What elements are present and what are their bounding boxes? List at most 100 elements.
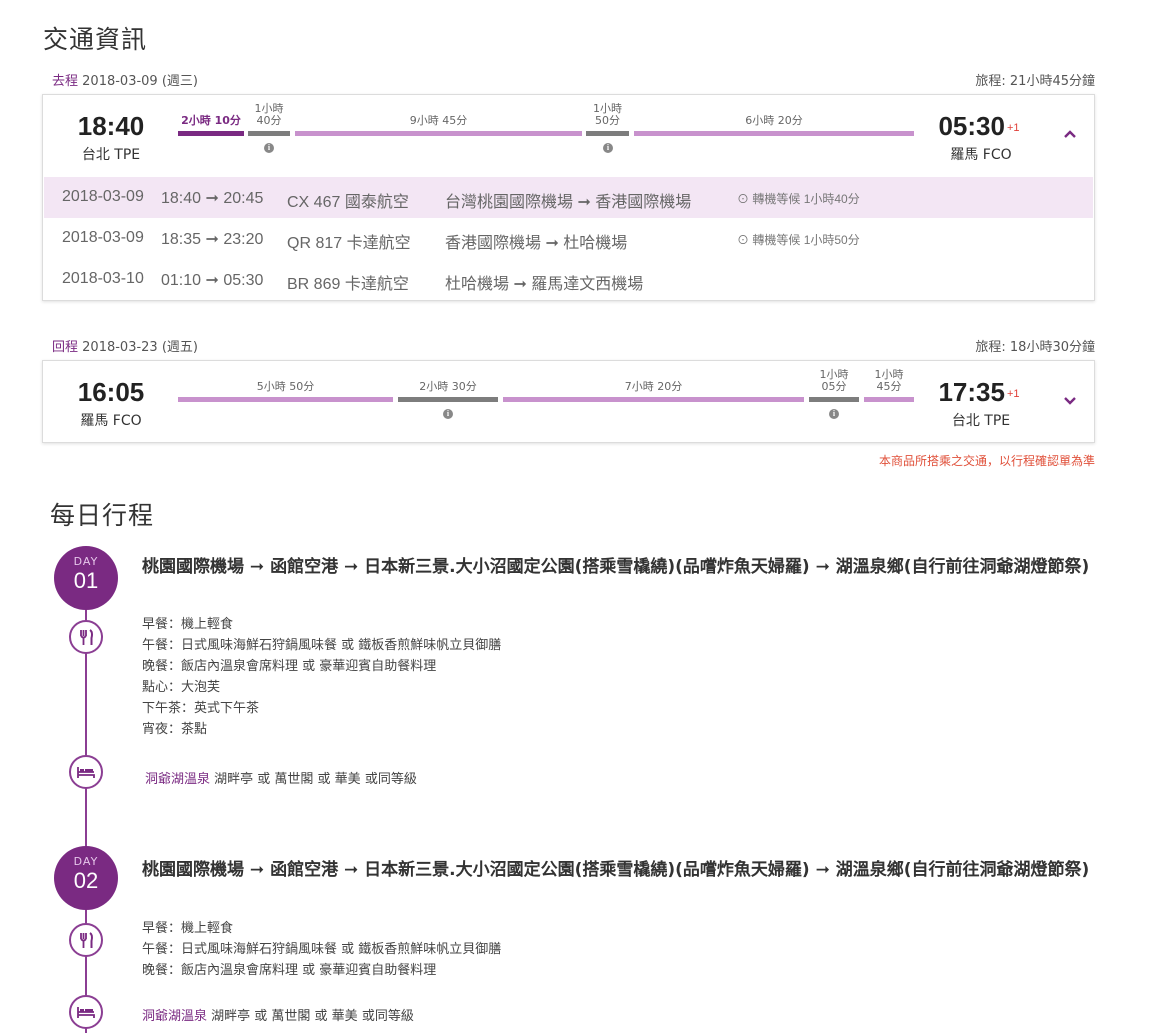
day-route: 桃園國際機場 ➞ 函館空港 ➞ 日本新三景.大小沼國定公園(搭乘雪橇繞)(品嚐炸… [142,557,1090,577]
flight-row[interactable]: 2018-03-09 18:35 ➞ 23:20 QR 817 卡達航空 香港國… [44,218,1093,259]
flight-segment-bar [503,397,804,402]
meal-item: 晚餐：飯店內溫泉會席料理 或 豪華迎賓自助餐料理 [142,963,437,978]
inbound-direction: 回程 [52,340,79,355]
day-route: 桃園國際機場 ➞ 函館空港 ➞ 日本新三景.大小沼國定公園(搭乘雪橇繞)(品嚐炸… [142,860,1090,880]
inbound-card: 16:05 羅馬 FCO 5小時 50分 2小時 30分 i 7小時 20分 1… [42,360,1095,443]
segment-label: 5小時 50分 [256,380,315,393]
outbound-date: 2018-03-09 (週三) [82,74,198,89]
outbound-card: 18:40 台北 TPE 2小時 10分 1小時 40分 i 9小時 45分 1小… [42,94,1095,301]
chevron-down-icon[interactable] [1063,393,1077,407]
inbound-header: 回程 2018-03-23 (週五) [52,336,198,355]
layover-segment-bar [809,397,859,402]
flight-route: 台灣桃園國際機場 ➞ 香港國際機場 [445,194,692,211]
flight-date: 2018-03-09 [62,188,144,205]
hotel-location[interactable]: 洞爺湖溫泉 [145,772,210,787]
layover-segment-bar [248,131,290,136]
arr-time-text: 17:35 [938,377,1005,407]
info-icon[interactable]: i [443,409,453,419]
day-word: DAY [73,855,99,868]
flight-route: 杜哈機場 ➞ 羅馬達文西機場 [445,276,644,293]
outbound-dep-city: 台北 TPE [81,147,141,163]
flight-number: BR 869 卡達航空 [287,276,409,293]
segment-label: 1小時 50分 [593,102,622,127]
flight-segment-bar [178,131,244,136]
next-day-marker: +1 [1006,122,1020,134]
layover-text: 轉機等候 1小時50分 [752,233,860,247]
flight-date: 2018-03-09 [62,229,144,246]
bed-icon [69,995,103,1029]
inbound-dep-city: 羅馬 FCO [80,413,142,429]
meal-item: 下午茶：英式下午茶 [142,701,260,716]
flight-route: 香港國際機場 ➞ 杜哈機場 [445,235,628,252]
outbound-timeline: 2小時 10分 1小時 40分 i 9小時 45分 1小時 50分 i 6小時 20… [178,101,916,161]
clock-icon: ⊙ [737,192,750,206]
inbound-dep-time: 16:05 [77,377,145,407]
flight-row[interactable]: 2018-03-10 01:10 ➞ 05:30 BR 869 卡達航空 杜哈機… [44,259,1093,300]
day-badge: DAY 01 [54,546,118,610]
meal-item: 午餐：日式風味海鮮石狩鍋風味餐 或 鐵板香煎鮮味帆立貝御膳 [142,638,502,653]
segment-label: 1小時 05分 [819,368,849,393]
meal-item: 早餐：機上輕食 [142,617,234,632]
inbound-timeline: 5小時 50分 2小時 30分 i 7小時 20分 1小時 05分 i 1小時 45… [178,367,916,427]
layover-segment-bar [586,131,629,136]
inbound-total-duration: 旅程: 18小時30分鐘 [975,340,1095,355]
segment-label: 6小時 20分 [745,114,803,127]
itinerary-title: 每日行程 [50,501,155,530]
meal-item: 宵夜：茶點 [142,722,208,737]
flight-segment-bar [634,131,914,136]
hotel-options: 湖畔亭 或 萬世閣 或 華美 或同等級 [211,1009,414,1024]
segment-label: 2小時 10分 [181,114,241,127]
info-icon[interactable]: i [603,143,613,153]
hotel-info: 洞爺湖溫泉 湖畔亭 或 萬世閣 或 華美 或同等級 [142,1005,414,1024]
flight-number: QR 817 卡達航空 [287,235,411,252]
flight-segment-bar [178,397,393,402]
hotel-options: 湖畔亭 或 萬世閣 或 華美 或同等級 [214,772,417,787]
meal-item: 早餐：機上輕食 [142,921,234,936]
meal-item: 點心：大泡芙 [142,680,221,695]
info-icon[interactable]: i [829,409,839,419]
transport-note: 本商品所搭乘之交通，以行程確認單為準 [878,454,1095,468]
outbound-header: 去程 2018-03-09 (週三) [52,70,198,89]
outbound-arr-time: 05:30 +1 [929,111,1029,142]
chevron-up-icon[interactable] [1063,127,1077,141]
meal-icon [69,620,103,654]
flight-number: CX 467 國泰航空 [287,194,409,211]
segment-label: 2小時 30分 [419,380,477,393]
day-word: DAY [73,555,99,568]
day-number: 01 [73,568,99,593]
clock-icon: ⊙ [737,233,750,247]
day-number: 02 [73,868,99,893]
inbound-arr-time: 17:35 +1 [929,377,1029,408]
bed-icon [69,755,103,789]
inbound-date: 2018-03-23 (週五) [82,340,198,355]
next-day-marker: +1 [1006,388,1020,400]
flight-segment-bar [864,397,914,402]
outbound-dep-time: 18:40 [77,111,145,141]
layover-info: ⊙ 轉機等候 1小時40分 [737,190,860,207]
outbound-total-duration: 旅程: 21小時45分鐘 [975,74,1095,89]
info-icon[interactable]: i [264,143,274,153]
outbound-arr-city: 羅馬 FCO [950,147,1012,163]
transport-title: 交通資訊 [43,25,148,54]
layover-text: 轉機等候 1小時40分 [752,192,860,206]
flight-time: 01:10 ➞ 05:30 [161,272,264,289]
flight-date: 2018-03-10 [62,270,144,287]
outbound-direction: 去程 [52,74,79,89]
segment-label: 7小時 20分 [624,380,683,393]
meal-list: 早餐：機上輕食 午餐：日式風味海鮮石狩鍋風味餐 或 鐵板香煎鮮味帆立貝御膳 晚餐… [142,614,842,740]
arr-time-text: 05:30 [938,111,1005,141]
segment-label: 9小時 45分 [409,114,468,127]
meal-icon [69,923,103,957]
flight-segment-bar [295,131,582,136]
meal-item: 午餐：日式風味海鮮石狩鍋風味餐 或 鐵板香煎鮮味帆立貝御膳 [142,942,502,957]
layover-segment-bar [398,397,498,402]
segment-label: 1小時 45分 [874,368,904,393]
meal-list: 早餐：機上輕食 午餐：日式風味海鮮石狩鍋風味餐 或 鐵板香煎鮮味帆立貝御膳 晚餐… [142,918,842,981]
day-badge: DAY 02 [54,846,118,910]
layover-info: ⊙ 轉機等候 1小時50分 [737,231,860,248]
hotel-location[interactable]: 洞爺湖溫泉 [142,1009,207,1024]
flight-row[interactable]: 2018-03-09 18:40 ➞ 20:45 CX 467 國泰航空 台灣桃… [44,177,1093,218]
flight-time: 18:40 ➞ 20:45 [161,190,264,207]
meal-item: 晚餐：飯店內溫泉會席料理 或 豪華迎賓自助餐料理 [142,659,437,674]
segment-label: 1小時 40分 [254,102,284,127]
